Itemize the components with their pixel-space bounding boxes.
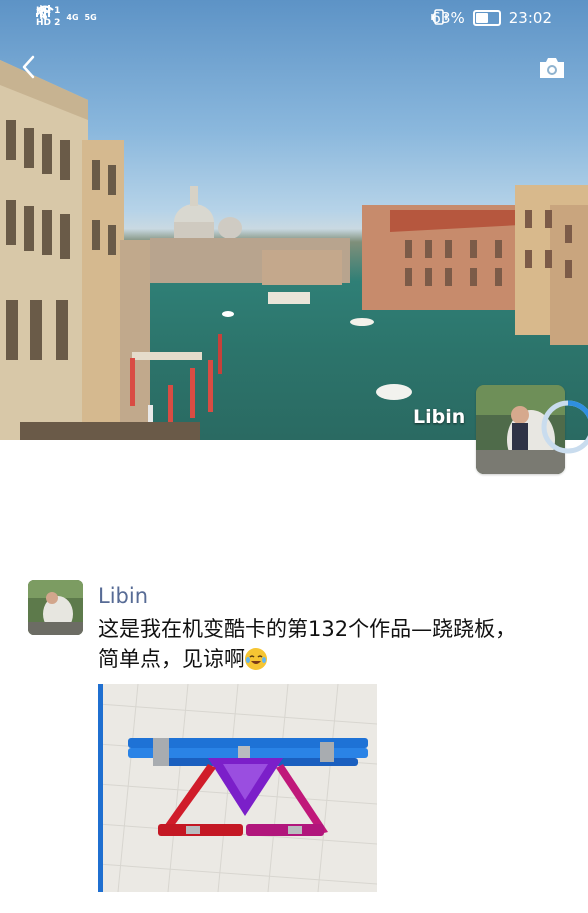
camera-icon[interactable]: [538, 56, 566, 80]
laughing-tears-emoji: [245, 648, 267, 670]
avatar[interactable]: [28, 580, 83, 635]
cover-username: Libin: [413, 406, 466, 428]
post-image[interactable]: [98, 684, 377, 892]
bluetooth-icon: [36, 5, 46, 19]
post-text-line: 简单点，见谅啊: [98, 647, 245, 671]
cover-photo[interactable]: HD 1 HD 2 4G 5G 63% 23:02 Libin: [0, 0, 588, 440]
magnetic-seesaw-photo: [98, 684, 377, 892]
signal-icon-sim1: 4G: [36, 5, 79, 22]
vibrate-icon: [431, 9, 448, 25]
post-text: 这是我在机变酷卡的第132个作品—跷跷板， 简单点，见谅啊: [98, 614, 568, 674]
chevron-left-icon[interactable]: [14, 52, 44, 82]
signal-icon-sim2: 5G: [36, 5, 97, 22]
post-text-line: 这是我在机变酷卡的第132个作品—跷跷板，: [98, 617, 517, 641]
refresh-spinner-icon: [541, 400, 588, 454]
venice-canal-photo: [0, 60, 588, 440]
post-text-line-2: 简单点，见谅啊: [98, 644, 568, 674]
status-bar: HD 1 HD 2 4G 5G 63% 23:02: [0, 0, 588, 36]
network-type-label: 4G: [66, 12, 79, 22]
network-type-label: 5G: [84, 12, 97, 22]
clock: 23:02: [508, 9, 552, 27]
post-author[interactable]: Libin: [98, 584, 148, 608]
battery-icon: [472, 10, 501, 26]
